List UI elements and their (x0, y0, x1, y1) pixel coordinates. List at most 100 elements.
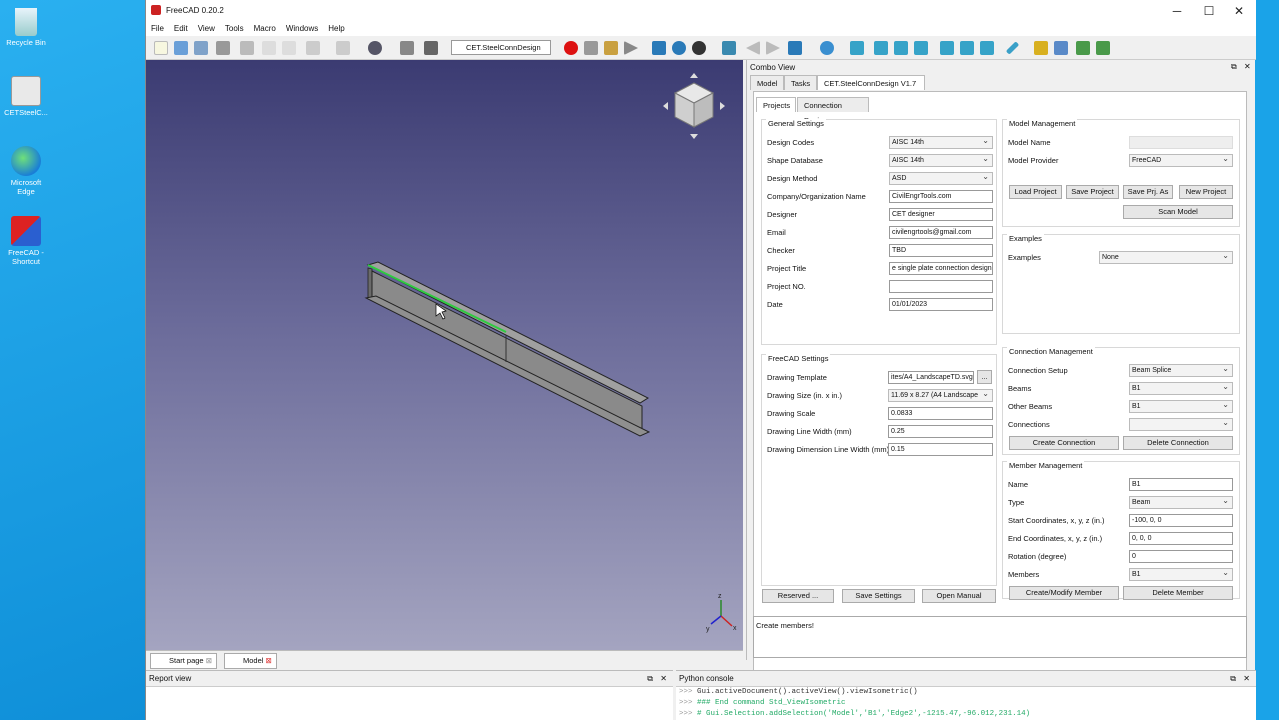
design-method-select[interactable]: ASD (889, 172, 993, 185)
browse-template-button[interactable]: ... (977, 370, 992, 384)
recompute-icon[interactable] (368, 41, 382, 55)
end-coordinates-input[interactable]: 0, 0, 0 (1129, 532, 1233, 545)
copy-icon[interactable] (262, 41, 276, 55)
members-select[interactable]: B1 (1129, 568, 1233, 581)
desktop-icon-recycle-bin[interactable]: Recycle Bin (4, 8, 48, 47)
draw-style-icon[interactable] (692, 41, 706, 55)
workbench-selector[interactable]: CET.SteelConnDesign (451, 40, 551, 55)
connection-setup-select[interactable]: Beam Splice (1129, 364, 1233, 377)
beams-select[interactable]: B1 (1129, 382, 1233, 395)
desktop-icon-cetsteel[interactable]: CETSteelC... (4, 76, 48, 117)
paste-icon[interactable] (282, 41, 296, 55)
view-bottom-icon[interactable] (960, 41, 974, 55)
view-top-icon[interactable] (894, 41, 908, 55)
close-tab-icon[interactable]: ⊠ (206, 656, 212, 665)
close-icon[interactable]: ✕ (660, 671, 667, 687)
view-front-icon[interactable] (874, 41, 888, 55)
tab-tasks[interactable]: Tasks (784, 75, 817, 90)
menu-view[interactable]: View (193, 22, 220, 36)
3d-view[interactable]: z x y (146, 60, 743, 650)
model-name-input[interactable] (1129, 136, 1233, 149)
menu-macro[interactable]: Macro (249, 22, 281, 36)
desktop-icon-freecad[interactable]: FreeCAD - Shortcut (4, 216, 48, 266)
line-width-input[interactable]: 0.25 (888, 425, 993, 438)
bookmark-icon[interactable] (788, 41, 802, 55)
drawing-scale-input[interactable]: 0.0833 (888, 407, 993, 420)
save-settings-button[interactable]: Save Settings (842, 589, 915, 603)
stop-macro-icon[interactable] (584, 41, 598, 55)
new-project-button[interactable]: New Project (1179, 185, 1233, 199)
delete-connection-button[interactable]: Delete Connection (1123, 436, 1233, 450)
float-icon[interactable]: ⧉ (647, 671, 653, 687)
minimize-button[interactable]: ─ (1162, 2, 1192, 20)
member-name-input[interactable]: B1 (1129, 478, 1233, 491)
save-project-as-button[interactable]: Save Prj. As (1123, 185, 1173, 199)
create-connection-button[interactable]: Create Connection (1009, 436, 1119, 450)
other-beams-select[interactable]: B1 (1129, 400, 1233, 413)
tab-model[interactable]: Model ⊠ (224, 653, 277, 669)
model-provider-select[interactable]: FreeCAD (1129, 154, 1233, 167)
tab-connection-design[interactable]: Connection Design (797, 97, 869, 125)
run-macro-icon[interactable] (624, 41, 638, 55)
member-type-select[interactable]: Beam (1129, 496, 1233, 509)
edit-macro-icon[interactable] (604, 41, 618, 55)
menu-windows[interactable]: Windows (281, 22, 323, 36)
project-title-input[interactable]: e single plate connection design (889, 262, 993, 275)
design-codes-select[interactable]: AISC 14th (889, 136, 993, 149)
delete-member-button[interactable]: Delete Member (1123, 586, 1233, 600)
undo-icon[interactable] (306, 41, 320, 55)
link-icon[interactable] (1076, 41, 1090, 55)
open-file-icon[interactable] (174, 41, 188, 55)
reserved-button[interactable]: Reserved ... (762, 589, 834, 603)
cut-icon[interactable] (240, 41, 254, 55)
measure-icon[interactable] (1005, 41, 1020, 55)
view-right-icon[interactable] (914, 41, 928, 55)
zoom-icon[interactable] (820, 41, 834, 55)
fit-selection-icon[interactable] (672, 41, 686, 55)
redo-icon[interactable] (336, 41, 350, 55)
drawing-size-select[interactable]: 11.69 x 8.27 (A4 Landscape (888, 389, 993, 402)
link-actions-icon[interactable] (1096, 41, 1110, 55)
view-isometric-icon[interactable] (850, 41, 864, 55)
checker-input[interactable]: TBD (889, 244, 993, 257)
dimension-line-width-input[interactable]: 0.15 (888, 443, 993, 456)
view-rear-icon[interactable] (940, 41, 954, 55)
part-icon[interactable] (1034, 41, 1048, 55)
menu-file[interactable]: File (146, 22, 169, 36)
date-input[interactable]: 01/01/2023 (889, 298, 993, 311)
tab-projects[interactable]: Projects (756, 97, 796, 112)
float-icon[interactable]: ⧉ (1231, 62, 1237, 72)
rotation-input[interactable]: 0 (1129, 550, 1233, 563)
start-coordinates-input[interactable]: -100, 0, 0 (1129, 514, 1233, 527)
drawing-template-input[interactable]: ites/A4_LandscapeTD.svg (888, 371, 974, 384)
fit-all-icon[interactable] (652, 41, 666, 55)
tab-model-tree[interactable]: Model (750, 75, 784, 90)
company-input[interactable]: CivilEngrTools.com (889, 190, 993, 203)
email-input[interactable]: civilengrtools@gmail.com (889, 226, 993, 239)
open-manual-button[interactable]: Open Manual (922, 589, 996, 603)
project-no-input[interactable] (889, 280, 993, 293)
close-icon[interactable]: ✕ (1244, 62, 1251, 71)
menu-help[interactable]: Help (323, 22, 349, 36)
whats-this-icon[interactable] (424, 41, 438, 55)
save-project-button[interactable]: Save Project (1066, 185, 1119, 199)
close-icon[interactable]: ✕ (1243, 671, 1250, 687)
maximize-button[interactable]: ☐ (1194, 2, 1224, 20)
tab-cet-steelconndesign[interactable]: CET.SteelConnDesign V1.7 (817, 75, 925, 90)
group-icon[interactable] (1054, 41, 1068, 55)
scan-model-button[interactable]: Scan Model (1123, 205, 1233, 219)
navigation-cube[interactable] (661, 73, 727, 139)
shape-database-select[interactable]: AISC 14th (889, 154, 993, 167)
python-console[interactable]: Python console ⧉ ✕ >>> Gui.activeDocumen… (676, 670, 1256, 720)
new-file-icon[interactable] (154, 41, 168, 55)
float-icon[interactable]: ⧉ (1230, 671, 1236, 687)
close-button[interactable]: ✕ (1224, 2, 1254, 20)
tab-start-page[interactable]: Start page ⊠ (150, 653, 217, 669)
create-modify-member-button[interactable]: Create/Modify Member (1009, 586, 1119, 600)
examples-select[interactable]: None (1099, 251, 1233, 264)
forward-icon[interactable] (766, 41, 780, 55)
refresh-icon[interactable] (400, 41, 414, 55)
view-left-icon[interactable] (980, 41, 994, 55)
menu-edit[interactable]: Edit (169, 22, 193, 36)
stereo-icon[interactable] (722, 41, 736, 55)
